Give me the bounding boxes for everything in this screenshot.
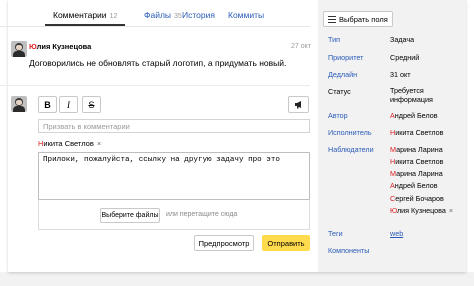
page-background-strip bbox=[0, 272, 474, 286]
watcher-name-rest: арина Ларина bbox=[396, 145, 443, 154]
field-assignee-value[interactable]: Никита Светлов bbox=[390, 128, 444, 137]
announce-button[interactable] bbox=[288, 96, 309, 113]
watcher-item[interactable]: Марина Ларина bbox=[390, 169, 443, 178]
field-status-value[interactable]: Требуется информация bbox=[390, 86, 433, 104]
megaphone-icon bbox=[294, 101, 301, 109]
tab-commits-label: Коммиты bbox=[228, 10, 265, 20]
field-author-label[interactable]: Автор bbox=[328, 111, 348, 120]
tab-comments-label: Комментарии bbox=[53, 10, 107, 20]
avatar bbox=[11, 96, 27, 112]
choose-files-button[interactable]: Выберите файлы bbox=[100, 208, 160, 223]
close-icon[interactable]: × bbox=[449, 206, 453, 215]
watcher-name-rest: икита Светлов bbox=[395, 157, 444, 166]
watcher-item[interactable]: Юлия Кузнецова × bbox=[390, 206, 453, 215]
tabs-divider bbox=[0, 26, 310, 27]
field-type-value[interactable]: Задача bbox=[390, 35, 414, 44]
status-line-2: информация bbox=[390, 95, 433, 104]
tab-files-count: 35 bbox=[174, 13, 182, 20]
avatar bbox=[11, 41, 27, 57]
watcher-name-rest: ергей Бочаров bbox=[395, 194, 444, 203]
field-components-label[interactable]: Компоненты bbox=[328, 246, 369, 255]
bold-button[interactable]: B bbox=[38, 96, 57, 113]
watcher-name-rest: ндрей Белов bbox=[394, 181, 438, 190]
field-watchers-label[interactable]: Наблюдатели bbox=[328, 145, 374, 154]
status-line-1: Требуется bbox=[390, 86, 424, 95]
preview-button[interactable]: Предпросмотр bbox=[194, 235, 254, 251]
close-icon[interactable]: × bbox=[97, 139, 101, 148]
tab-comments[interactable]: Комментарии 12 bbox=[53, 10, 117, 20]
watcher-name-rest: арина Ларина bbox=[396, 169, 443, 178]
author-name-rest: лия Кузнецова bbox=[36, 42, 92, 51]
field-tags-value[interactable]: web bbox=[390, 229, 403, 238]
watcher-first-letter: Ю bbox=[390, 206, 397, 215]
field-tags-label[interactable]: Теги bbox=[328, 229, 343, 238]
watcher-item[interactable]: Никита Светлов bbox=[390, 157, 444, 166]
comment-divider bbox=[0, 85, 310, 86]
field-status-label: Статус bbox=[328, 87, 351, 96]
list-settings-icon bbox=[328, 15, 336, 23]
comment-date: 27 окт bbox=[291, 43, 311, 50]
tab-files-label: Файлы bbox=[144, 10, 172, 20]
select-fields-button[interactable]: Выбрать поля bbox=[323, 11, 393, 27]
watcher-name-rest: лия Кузнецова bbox=[396, 206, 446, 215]
italic-button[interactable]: I bbox=[59, 96, 78, 113]
author-name-rest: ндрей Белов bbox=[394, 111, 438, 120]
watcher-item[interactable]: Сергей Бочаров bbox=[390, 194, 444, 203]
field-author-value[interactable]: Андрей Белов bbox=[390, 111, 438, 120]
field-priority-value[interactable]: Средний bbox=[390, 53, 419, 62]
tab-history[interactable]: История bbox=[182, 10, 215, 20]
tab-comments-count: 12 bbox=[109, 13, 118, 20]
field-assignee-label[interactable]: Исполнитель bbox=[328, 128, 372, 137]
author-first-letter: Ю bbox=[29, 42, 37, 51]
chip-name-rest: икита Светлов bbox=[43, 139, 94, 148]
comment-text: Договорились не обновлять старый логотип… bbox=[29, 58, 287, 68]
strike-button[interactable]: S bbox=[82, 96, 101, 113]
italic-icon: I bbox=[67, 99, 70, 110]
mention-input[interactable]: Призвать в комментарии bbox=[38, 119, 310, 133]
tag-link[interactable]: web bbox=[390, 229, 403, 238]
field-type-label[interactable]: Тип bbox=[328, 35, 340, 44]
tab-history-label: История bbox=[182, 10, 215, 20]
watcher-item[interactable]: Андрей Белов bbox=[390, 181, 438, 190]
drag-hint: или перетащите сюда bbox=[166, 211, 238, 218]
send-button[interactable]: Отправить bbox=[262, 235, 310, 251]
tab-commits[interactable]: Коммиты bbox=[228, 10, 264, 20]
comment-textarea[interactable]: Прилоки, пожалуйста, ссылку на другую за… bbox=[38, 152, 310, 200]
field-deadline-value[interactable]: 31 окт bbox=[390, 70, 411, 79]
assignee-name-rest: икита Светлов bbox=[395, 128, 444, 137]
select-fields-label: Выбрать поля bbox=[339, 14, 388, 24]
tabs-bar: Комментарии 12 Файлы 35 История Коммиты bbox=[0, 0, 310, 28]
comment-author[interactable]: Юлия Кузнецова bbox=[29, 42, 91, 51]
tab-files[interactable]: Файлы 35 bbox=[144, 10, 182, 20]
bold-icon: B bbox=[44, 99, 51, 110]
mention-chip[interactable]: Никита Светлов × bbox=[38, 139, 101, 148]
strike-icon: S bbox=[88, 99, 95, 110]
field-priority-label[interactable]: Приоритет bbox=[328, 53, 363, 62]
field-deadline-label[interactable]: Дедлайн bbox=[328, 70, 357, 79]
watcher-item[interactable]: Марина Ларина bbox=[390, 145, 443, 154]
